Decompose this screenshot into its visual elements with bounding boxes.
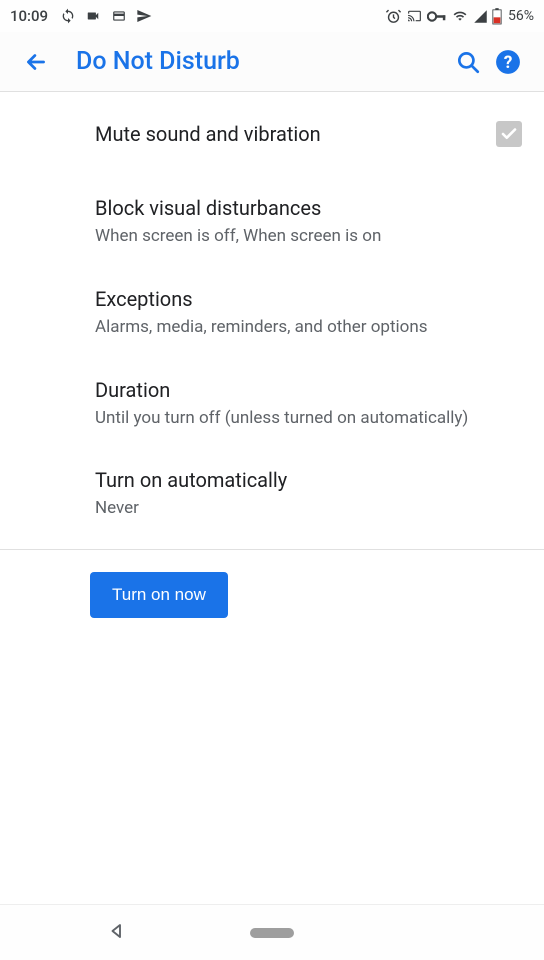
block-visual-title: Block visual disturbances <box>95 194 528 222</box>
card-icon <box>110 9 128 23</box>
duration-item[interactable]: Duration Until you turn off (unless turn… <box>0 358 544 449</box>
block-visual-item[interactable]: Block visual disturbances When screen is… <box>0 176 544 267</box>
mute-sound-title: Mute sound and vibration <box>95 120 528 148</box>
turn-on-auto-item[interactable]: Turn on automatically Never <box>0 448 544 539</box>
alarm-icon <box>385 8 402 25</box>
nav-bar <box>0 904 544 960</box>
battery-icon <box>492 8 502 25</box>
exceptions-title: Exceptions <box>95 285 528 313</box>
signal-icon <box>473 9 488 24</box>
duration-title: Duration <box>95 376 528 404</box>
turn-on-now-button[interactable]: Turn on now <box>90 572 228 618</box>
status-time: 10:09 <box>10 7 48 25</box>
app-bar: Do Not Disturb ? <box>0 32 544 92</box>
nav-home-pill[interactable] <box>250 928 294 938</box>
key-icon <box>427 11 447 22</box>
sync-icon <box>60 8 76 24</box>
cast-icon <box>406 9 423 23</box>
content: Mute sound and vibration Block visual di… <box>0 92 544 640</box>
svg-text:?: ? <box>504 52 513 72</box>
nav-back-button[interactable] <box>108 922 126 944</box>
exceptions-item[interactable]: Exceptions Alarms, media, reminders, and… <box>0 267 544 358</box>
back-button[interactable] <box>16 42 56 82</box>
search-button[interactable] <box>448 42 488 82</box>
exceptions-sub: Alarms, media, reminders, and other opti… <box>95 316 528 340</box>
battery-percentage: 56% <box>508 8 534 24</box>
block-visual-sub: When screen is off, When screen is on <box>95 225 528 249</box>
status-left: 10:09 <box>10 7 152 25</box>
wifi-icon <box>451 9 469 23</box>
turn-on-auto-title: Turn on automatically <box>95 466 528 494</box>
mute-sound-item[interactable]: Mute sound and vibration <box>0 92 544 176</box>
send-icon <box>136 8 152 24</box>
mute-sound-checkbox[interactable] <box>496 121 522 147</box>
video-icon <box>84 9 102 23</box>
action-row: Turn on now <box>0 550 544 640</box>
page-title: Do Not Disturb <box>76 47 448 76</box>
duration-sub: Until you turn off (unless turned on aut… <box>95 407 528 431</box>
turn-on-auto-sub: Never <box>95 497 528 521</box>
help-button[interactable]: ? <box>488 42 528 82</box>
status-right: 56% <box>385 8 534 25</box>
status-bar: 10:09 56% <box>0 0 544 32</box>
